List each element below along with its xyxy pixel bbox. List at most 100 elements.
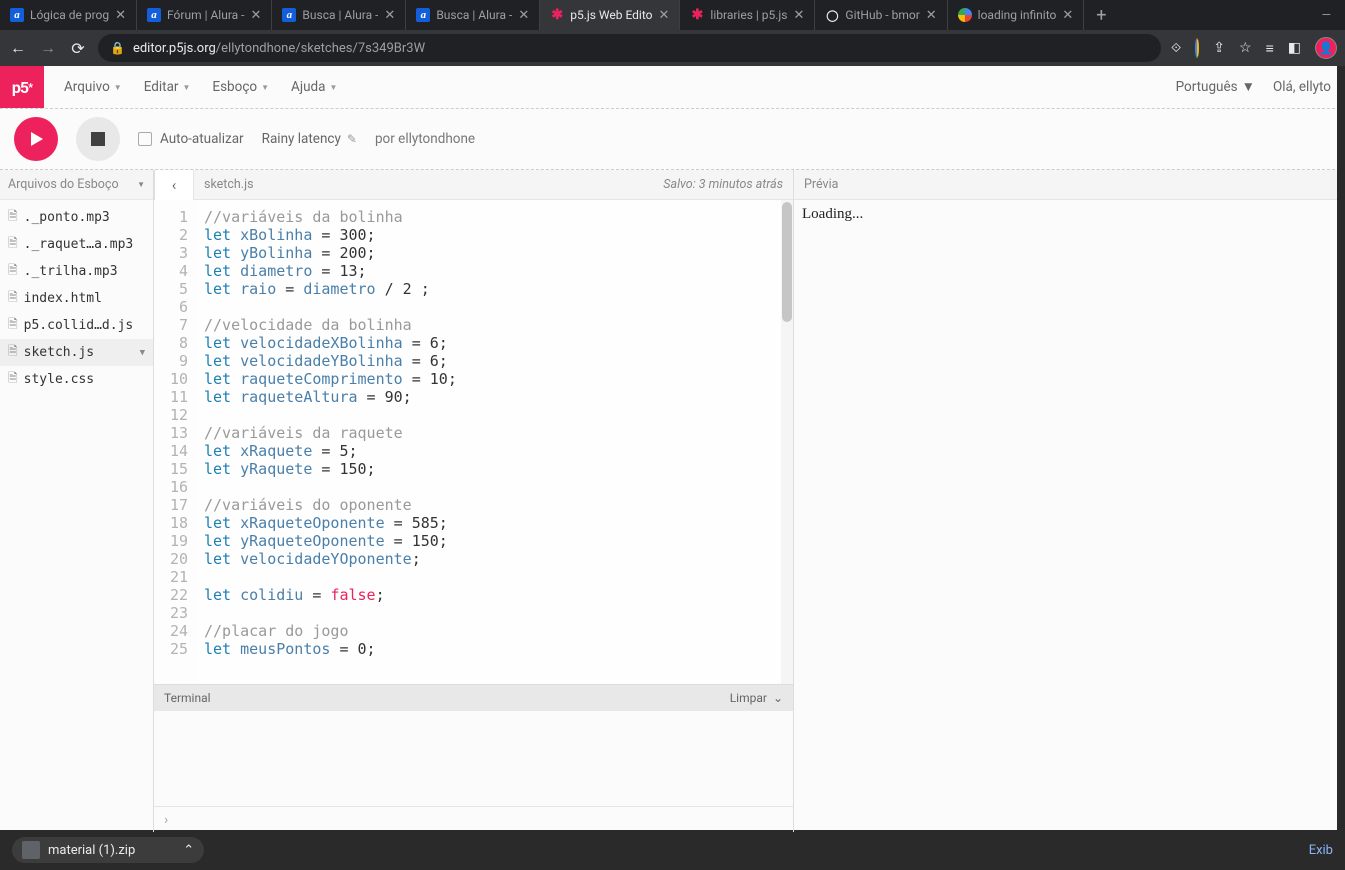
browser-tab[interactable]: aLógica de prog✕ bbox=[0, 0, 137, 30]
file-icon: 🗎 bbox=[8, 315, 18, 336]
editor-scrollbar[interactable] bbox=[781, 200, 793, 684]
tab-title: Fórum | Alura - bbox=[167, 8, 244, 22]
language-selector[interactable]: Português▼ bbox=[1176, 79, 1255, 95]
browser-tabbar: aLógica de prog✕aFórum | Alura -✕aBusca … bbox=[0, 0, 1345, 30]
file-icon: 🗎 bbox=[8, 369, 18, 390]
google-icon[interactable] bbox=[1195, 40, 1199, 56]
tab-title: libraries | p5.js bbox=[710, 8, 787, 22]
preview-body: Loading... bbox=[794, 200, 1345, 832]
console-input[interactable]: › bbox=[154, 806, 793, 832]
checkbox-icon bbox=[138, 132, 152, 146]
download-bar: material (1).zip ⌃ Exib bbox=[0, 830, 1345, 870]
profile-avatar[interactable]: 👤 bbox=[1315, 37, 1337, 59]
code-editor[interactable]: 1234567891011121314151617181920212223242… bbox=[154, 200, 793, 684]
sidebar-header[interactable]: Arquivos do Esboço ▼ bbox=[0, 170, 153, 200]
menu-editar[interactable]: Editar▼ bbox=[144, 79, 191, 95]
app-topbar: p5* Arquivo▼ Editar▼ Esboço▼ Ajuda▼ Portugu… bbox=[0, 66, 1345, 108]
file-icon: 🗎 bbox=[8, 234, 18, 255]
file-icon: 🗎 bbox=[8, 288, 18, 309]
browser-tab[interactable]: loading infinito✕ bbox=[948, 0, 1085, 30]
close-icon[interactable]: ✕ bbox=[659, 8, 670, 23]
collapse-sidebar-button[interactable]: ‹ bbox=[154, 170, 194, 200]
browser-tab[interactable]: a Busca | Alura - ✕ bbox=[406, 0, 540, 30]
url-path: /ellytondhone/sketches/7s349Br3W bbox=[216, 41, 425, 56]
save-status: Salvo: 3 minutos atrás bbox=[663, 177, 783, 192]
p5-favicon: ✱ bbox=[550, 8, 564, 22]
chevron-down-icon: ⌄ bbox=[773, 691, 783, 705]
sketch-name[interactable]: Rainy latency bbox=[262, 131, 341, 147]
back-button[interactable]: ← bbox=[8, 38, 28, 58]
cast-icon[interactable]: ⟐ bbox=[1171, 41, 1181, 56]
file-sidebar: Arquivos do Esboço ▼ 🗎._ponto.mp3🗎._raqu… bbox=[0, 170, 154, 832]
chevron-up-icon[interactable]: ⌃ bbox=[183, 843, 194, 858]
console-clear-button[interactable]: Limpar ⌄ bbox=[730, 691, 783, 705]
file-icon: 🗎 bbox=[8, 207, 18, 228]
file-item[interactable]: 🗎style.css bbox=[0, 366, 153, 393]
forward-button[interactable]: → bbox=[38, 38, 58, 58]
tab-title: Busca | Alura - bbox=[436, 8, 512, 22]
console-title: Terminal bbox=[164, 691, 211, 705]
p5-logo[interactable]: p5* bbox=[0, 66, 44, 108]
page-scrollbar[interactable] bbox=[1337, 66, 1345, 830]
menu-esboço[interactable]: Esboço▼ bbox=[212, 79, 269, 95]
auto-refresh-toggle[interactable]: Auto-atualizar bbox=[138, 131, 244, 147]
window-minimize[interactable]: ― bbox=[1322, 8, 1331, 22]
new-tab-button[interactable]: + bbox=[1084, 5, 1118, 26]
play-button[interactable] bbox=[14, 117, 58, 161]
alura-favicon: a bbox=[282, 8, 296, 22]
download-show-all[interactable]: Exib bbox=[1309, 843, 1333, 858]
close-icon[interactable]: ✕ bbox=[518, 8, 529, 23]
close-icon[interactable]: ✕ bbox=[926, 8, 937, 23]
toolbar: Auto-atualizar Rainy latency ✎ por ellyt… bbox=[0, 109, 1345, 169]
menu-arquivo[interactable]: Arquivo▼ bbox=[64, 79, 122, 95]
p5-editor-app: p5* Arquivo▼ Editar▼ Esboço▼ Ajuda▼ Portugu… bbox=[0, 66, 1345, 830]
tab-title: Busca | Alura - bbox=[302, 8, 378, 22]
tab-title: GitHub - bmor bbox=[845, 8, 919, 22]
url-field[interactable]: 🔒 editor.p5js.org/ellytondhone/sketches/… bbox=[98, 34, 1161, 62]
current-file: sketch.js bbox=[204, 177, 254, 192]
file-item[interactable]: 🗎sketch.js▼ bbox=[0, 339, 153, 366]
chevron-down-icon: ▼ bbox=[114, 83, 122, 92]
browser-tab[interactable]: ✱ libraries | p5.js ✕ bbox=[680, 0, 815, 30]
file-item[interactable]: 🗎._trilha.mp3 bbox=[0, 258, 153, 285]
url-host: editor.p5js.org bbox=[133, 41, 216, 56]
browser-tab[interactable]: a Busca | Alura - ✕ bbox=[272, 0, 406, 30]
close-icon[interactable]: ✕ bbox=[1062, 8, 1073, 23]
file-item[interactable]: 🗎index.html bbox=[0, 285, 153, 312]
p5-favicon: ✱ bbox=[690, 8, 704, 22]
stop-button[interactable] bbox=[76, 117, 120, 161]
lock-icon: 🔒 bbox=[110, 41, 125, 55]
author-link[interactable]: ellytondhone bbox=[398, 131, 475, 147]
file-item[interactable]: 🗎._raquet…a.mp3 bbox=[0, 231, 153, 258]
user-greeting[interactable]: Olá, ellyto bbox=[1273, 79, 1331, 95]
tab-title: p5.js Web Edito bbox=[570, 8, 652, 22]
close-icon[interactable]: ✕ bbox=[251, 8, 262, 23]
browser-tab[interactable]: ◯GitHub - bmor✕ bbox=[815, 0, 947, 30]
edit-icon[interactable]: ✎ bbox=[347, 132, 357, 146]
chevron-down-icon: ▼ bbox=[261, 83, 269, 92]
code-area[interactable]: //variáveis da bolinhalet xBolinha = 300… bbox=[196, 200, 793, 684]
file-item[interactable]: 🗎._ponto.mp3 bbox=[0, 204, 153, 231]
chevron-down-icon[interactable]: ▼ bbox=[140, 348, 145, 358]
console: Terminal Limpar ⌄ › bbox=[154, 684, 793, 832]
goog-favicon bbox=[958, 8, 972, 22]
preview-panel: Prévia Loading... bbox=[794, 170, 1345, 832]
reading-list-icon[interactable]: ≡ bbox=[1266, 40, 1274, 57]
zip-icon bbox=[22, 841, 40, 859]
tab-title: Lógica de prog bbox=[30, 8, 109, 22]
close-icon[interactable]: ✕ bbox=[384, 8, 395, 23]
download-item[interactable]: material (1).zip ⌃ bbox=[12, 837, 204, 863]
panel-icon[interactable]: ◧ bbox=[1288, 40, 1301, 56]
file-item[interactable]: 🗎p5.collid…d.js bbox=[0, 312, 153, 339]
bookmark-icon[interactable]: ☆ bbox=[1239, 40, 1252, 56]
close-icon[interactable]: ✕ bbox=[115, 8, 126, 23]
browser-tab[interactable]: aFórum | Alura -✕ bbox=[137, 0, 272, 30]
reload-button[interactable]: ⟳ bbox=[68, 39, 88, 58]
window-controls: ― bbox=[1308, 8, 1345, 22]
browser-tab[interactable]: ✱ p5.js Web Edito ✕ bbox=[540, 0, 680, 30]
close-icon[interactable]: ✕ bbox=[793, 8, 804, 23]
menu-ajuda[interactable]: Ajuda▼ bbox=[291, 79, 337, 95]
alura-favicon: a bbox=[416, 8, 430, 22]
browser-addressbar: ← → ⟳ 🔒 editor.p5js.org/ellytondhone/ske… bbox=[0, 30, 1345, 66]
share-icon[interactable]: ⇪ bbox=[1213, 40, 1225, 56]
